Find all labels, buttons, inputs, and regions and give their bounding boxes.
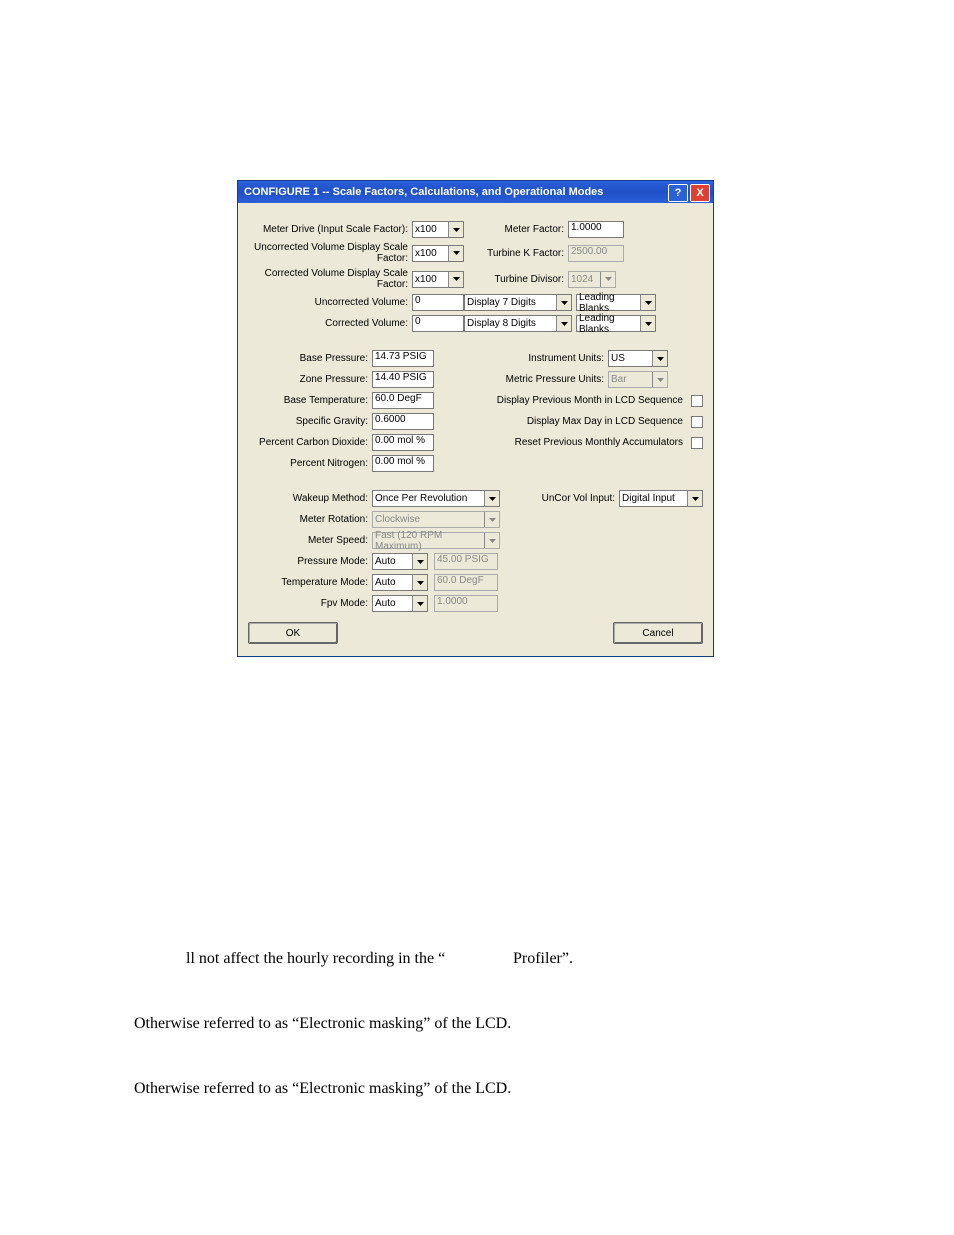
max-day-checkbox[interactable]	[691, 416, 703, 428]
base-temp-label: Base Temperature:	[248, 395, 372, 406]
meter-drive-select[interactable]: x100	[412, 221, 464, 238]
chevron-down-icon	[600, 272, 615, 287]
fpv-fixed-input: 1.0000	[434, 595, 498, 612]
blanks8-select[interactable]: Leading Blanks	[576, 315, 656, 332]
uncorr-vol-label: Uncorrected Volume:	[248, 297, 412, 308]
display7-select[interactable]: Display 7 Digits	[464, 294, 572, 311]
temp-fixed-input: 60.0 DegF	[434, 574, 498, 591]
max-day-label: Display Max Day in LCD Sequence	[527, 416, 687, 427]
display8-select[interactable]: Display 8 Digits	[464, 315, 572, 332]
pressure-mode-label: Pressure Mode:	[248, 556, 372, 567]
chevron-down-icon	[448, 222, 463, 237]
base-temp-input[interactable]: 60.0 DegF	[372, 392, 434, 409]
blanks7-select[interactable]: Leading Blanks	[576, 294, 656, 311]
uncor-input-label: UnCor Vol Input:	[535, 493, 619, 504]
corr-disp-label: Corrected Volume Display Scale Factor:	[248, 268, 412, 290]
pressure-mode-select[interactable]: Auto	[372, 553, 428, 570]
pct-n2-label: Percent Nitrogen:	[248, 458, 372, 469]
chevron-down-icon	[640, 316, 655, 331]
chevron-down-icon	[412, 596, 427, 611]
reset-prev-label: Reset Previous Monthly Accumulators	[515, 437, 687, 448]
meter-factor-label: Meter Factor:	[464, 224, 568, 235]
corr-vol-input[interactable]: 0	[412, 315, 464, 332]
temp-mode-select[interactable]: Auto	[372, 574, 428, 591]
specific-gravity-input[interactable]: 0.6000	[372, 413, 434, 430]
base-pressure-input[interactable]: 14.73 PSIG	[372, 350, 434, 367]
wakeup-select[interactable]: Once Per Revolution	[372, 490, 500, 507]
page-fragment-2: Otherwise referred to as “Electronic mas…	[134, 1015, 511, 1033]
pressure-fixed-input: 45.00 PSIG	[434, 553, 498, 570]
page-fragment-3: Otherwise referred to as “Electronic mas…	[134, 1080, 511, 1098]
instr-units-select[interactable]: US	[608, 350, 668, 367]
chevron-down-icon	[448, 272, 463, 287]
turbine-k-input: 2500.00	[568, 245, 624, 262]
pct-co2-label: Percent Carbon Dioxide:	[248, 437, 372, 448]
pct-co2-input[interactable]: 0.00 mol %	[372, 434, 434, 451]
fpv-mode-select[interactable]: Auto	[372, 595, 428, 612]
chevron-down-icon	[448, 246, 463, 261]
chevron-down-icon	[652, 372, 667, 387]
metric-press-select: Bar	[608, 371, 668, 388]
configure1-dialog: CONFIGURE 1 -- Scale Factors, Calculatio…	[237, 180, 714, 657]
uncor-input-select[interactable]: Digital Input	[619, 490, 703, 507]
prev-month-checkbox[interactable]	[691, 395, 703, 407]
meter-drive-label: Meter Drive (Input Scale Factor):	[248, 224, 412, 235]
rotation-select: Clockwise	[372, 511, 500, 528]
chevron-down-icon	[556, 295, 571, 310]
page-fragment-1a: ll not affect the hourly recording in th…	[186, 950, 445, 968]
zone-pressure-input[interactable]: 14.40 PSIG	[372, 371, 434, 388]
chevron-down-icon	[412, 575, 427, 590]
uncorr-disp-select[interactable]: x100	[412, 245, 464, 262]
chevron-down-icon	[484, 512, 499, 527]
pct-n2-input[interactable]: 0.00 mol %	[372, 455, 434, 472]
temp-mode-label: Temperature Mode:	[248, 577, 372, 588]
meter-factor-input[interactable]: 1.0000	[568, 221, 624, 238]
reset-prev-checkbox[interactable]	[691, 437, 703, 449]
chevron-down-icon	[484, 533, 499, 548]
speed-select: Fast (120 RPM Maximum)	[372, 532, 500, 549]
zone-pressure-label: Zone Pressure:	[248, 374, 372, 385]
prev-month-label: Display Previous Month in LCD Sequence	[497, 395, 687, 406]
chevron-down-icon	[687, 491, 702, 506]
window-title: CONFIGURE 1 -- Scale Factors, Calculatio…	[244, 186, 603, 198]
cancel-button[interactable]: Cancel	[613, 622, 703, 644]
ok-button[interactable]: OK	[248, 622, 338, 644]
fpv-mode-label: Fpv Mode:	[248, 598, 372, 609]
wakeup-label: Wakeup Method:	[248, 493, 372, 504]
corr-disp-select[interactable]: x100	[412, 271, 464, 288]
help-button[interactable]: ?	[668, 184, 688, 202]
turbine-div-label: Turbine Divisor:	[464, 274, 568, 285]
uncorr-vol-input[interactable]: 0	[412, 294, 464, 311]
speed-label: Meter Speed:	[248, 535, 372, 546]
corr-vol-label: Corrected Volume:	[248, 318, 412, 329]
chevron-down-icon	[640, 295, 655, 310]
specific-gravity-label: Specific Gravity:	[248, 416, 372, 427]
rotation-label: Meter Rotation:	[248, 514, 372, 525]
chevron-down-icon	[652, 351, 667, 366]
chevron-down-icon	[412, 554, 427, 569]
titlebar[interactable]: CONFIGURE 1 -- Scale Factors, Calculatio…	[238, 181, 713, 203]
turbine-div-select: 1024	[568, 271, 616, 288]
instr-units-label: Instrument Units:	[464, 353, 608, 364]
base-pressure-label: Base Pressure:	[248, 353, 372, 364]
metric-press-label: Metric Pressure Units:	[464, 374, 608, 385]
turbine-k-label: Turbine K Factor:	[464, 248, 568, 259]
chevron-down-icon	[484, 491, 499, 506]
page-fragment-1b: Profiler”.	[513, 950, 573, 968]
chevron-down-icon	[556, 316, 571, 331]
close-button[interactable]: X	[690, 184, 710, 202]
uncorr-disp-label: Uncorrected Volume Display Scale Factor:	[248, 242, 412, 264]
